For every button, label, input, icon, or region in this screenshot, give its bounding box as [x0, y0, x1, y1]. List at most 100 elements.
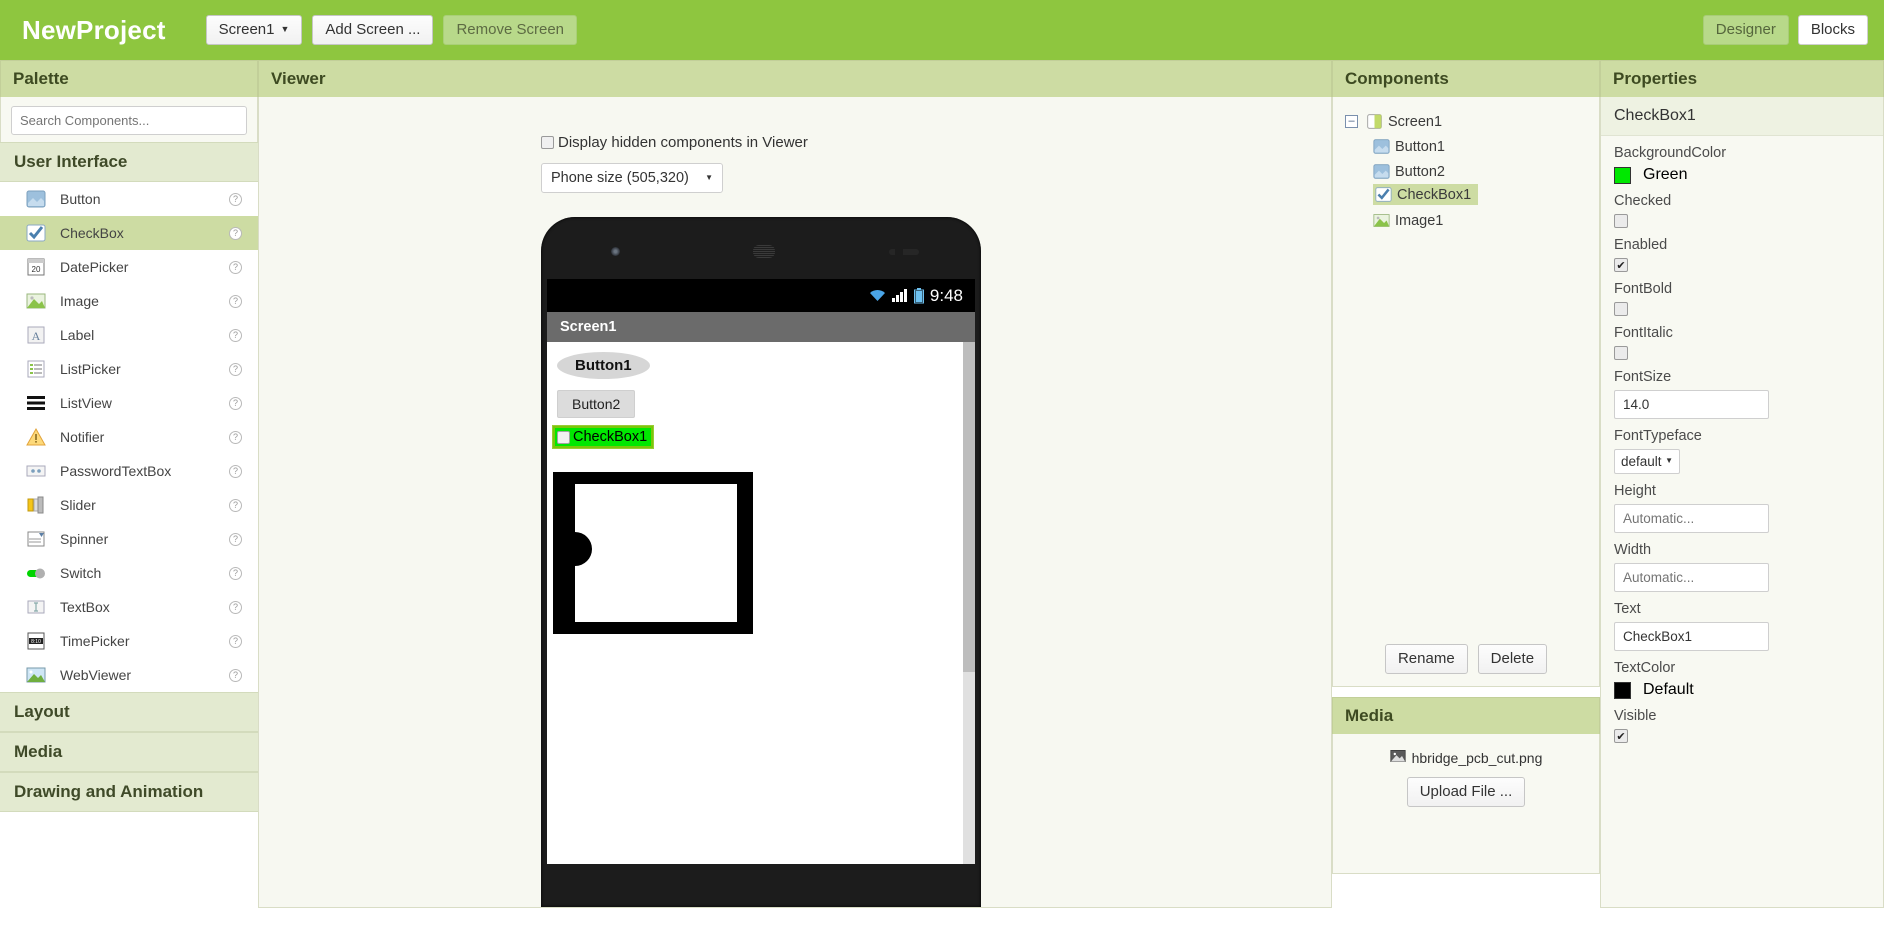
palette-category-drawing-and-animation[interactable]: Drawing and Animation [0, 772, 258, 812]
tree-item-button1[interactable]: Button1 [1373, 134, 1599, 159]
help-icon[interactable]: ? [229, 532, 242, 546]
scrollbar-thumb[interactable] [963, 342, 975, 672]
help-icon[interactable]: ? [229, 430, 242, 444]
display-hidden-checkbox-icon[interactable] [541, 136, 554, 149]
property-checkbox[interactable] [1614, 346, 1628, 360]
property-label: TextColor [1614, 660, 1676, 676]
display-hidden-components-toggle[interactable]: Display hidden components in Viewer [541, 134, 808, 151]
property-label: Visible [1614, 708, 1657, 724]
palette-header: Palette [0, 60, 258, 97]
image-icon [1373, 212, 1390, 229]
property-input[interactable] [1614, 622, 1769, 651]
help-icon[interactable]: ? [229, 396, 242, 410]
help-icon[interactable]: ? [229, 668, 242, 682]
tree-item-screen1[interactable]: – Screen1 [1345, 109, 1599, 134]
upload-file-button[interactable]: Upload File ... [1406, 777, 1526, 807]
palette-item-switch[interactable]: Switch? [0, 556, 258, 590]
property-input[interactable] [1614, 504, 1769, 533]
property-checkbox[interactable]: ✔ [1614, 729, 1628, 743]
property-text: Text [1601, 592, 1883, 651]
media-file-item[interactable]: hbridge_pcb_cut.png [1333, 748, 1599, 767]
widget-button2[interactable]: Button2 [557, 390, 636, 418]
phone-size-label: Phone size (505,320) [551, 170, 689, 186]
webviewer-icon [26, 665, 46, 685]
phone-size-dropdown[interactable]: Phone size (505,320) ▼ [541, 163, 723, 193]
help-icon[interactable]: ? [229, 498, 242, 512]
palette-item-listpicker[interactable]: ListPicker? [0, 352, 258, 386]
palette-item-slider[interactable]: Slider? [0, 488, 258, 522]
help-icon[interactable]: ? [229, 362, 242, 376]
help-icon[interactable]: ? [229, 634, 242, 648]
media-file-list: hbridge_pcb_cut.png [1333, 748, 1599, 767]
property-input[interactable] [1614, 563, 1769, 592]
property-label: BackgroundColor [1614, 145, 1727, 161]
puzzle-piece-image [575, 484, 737, 622]
screen-selector-dropdown[interactable]: Screen1 ▼ [205, 15, 303, 45]
screen-selector-label: Screen1 [218, 21, 275, 38]
palette-item-webviewer[interactable]: WebViewer? [0, 658, 258, 692]
help-icon[interactable]: ? [229, 600, 242, 614]
collapse-expander-icon[interactable]: – [1345, 115, 1358, 128]
label-icon: A [26, 325, 46, 345]
widget-button1[interactable]: Button1 [557, 352, 650, 379]
property-label: Checked [1614, 193, 1672, 209]
property-input[interactable] [1614, 390, 1769, 419]
palette-item-listview[interactable]: ListView? [0, 386, 258, 420]
delete-button[interactable]: Delete [1477, 644, 1548, 674]
blocks-button[interactable]: Blocks [1797, 15, 1868, 45]
palette-item-label: ListPicker [60, 361, 121, 377]
svg-text:A: A [32, 329, 41, 343]
property-height: Height [1601, 474, 1883, 533]
property-fonttypeface: FontTypeface default ▼ [1601, 419, 1883, 474]
image-icon [26, 291, 46, 311]
add-screen-button[interactable]: Add Screen ... [312, 15, 434, 45]
tree-item-checkbox1[interactable]: CheckBox1 [1373, 184, 1479, 205]
palette-item-checkbox[interactable]: CheckBox? [0, 216, 258, 250]
color-picker[interactable]: Green [1614, 166, 1870, 184]
palette-item-passwordtextbox[interactable]: PasswordTextBox? [0, 454, 258, 488]
help-icon[interactable]: ? [229, 328, 242, 342]
help-icon[interactable]: ? [229, 260, 242, 274]
color-picker[interactable]: Default [1614, 681, 1870, 699]
help-icon[interactable]: ? [229, 464, 242, 478]
palette-category-user-interface[interactable]: User Interface [0, 142, 258, 182]
palette-item-timepicker[interactable]: 8:10 TimePicker? [0, 624, 258, 658]
tree-item-button2[interactable]: Button2 [1373, 159, 1599, 184]
palette-item-label[interactable]: A Label? [0, 318, 258, 352]
property-checkbox[interactable] [1614, 302, 1628, 316]
property-checkbox[interactable]: ✔ [1614, 258, 1628, 272]
palette-item-textbox[interactable]: TextBox? [0, 590, 258, 624]
palette-item-label: Notifier [60, 429, 105, 445]
palette-item-button[interactable]: Button? [0, 182, 258, 216]
help-icon[interactable]: ? [229, 566, 242, 580]
battery-icon [913, 287, 924, 303]
designer-button[interactable]: Designer [1702, 15, 1789, 45]
canvas-scrollbar[interactable] [963, 342, 975, 864]
palette-category-media[interactable]: Media [0, 732, 258, 772]
signal-icon [891, 289, 907, 302]
property-select[interactable]: default ▼ [1614, 449, 1680, 474]
palette-item-spinner[interactable]: Spinner? [0, 522, 258, 556]
widget-checkbox1-label: CheckBox1 [573, 429, 648, 445]
color-value: Green [1643, 166, 1688, 183]
help-icon[interactable]: ? [229, 192, 242, 206]
rename-button[interactable]: Rename [1384, 644, 1468, 674]
property-label: Width [1614, 542, 1652, 558]
property-checkbox[interactable] [1614, 214, 1628, 228]
widget-image1[interactable] [553, 472, 753, 634]
help-icon[interactable]: ? [229, 294, 242, 308]
palette-item-image[interactable]: Image? [0, 284, 258, 318]
checkbox-square-icon[interactable] [557, 430, 570, 444]
palette-category-layout[interactable]: Layout [0, 692, 258, 732]
screen-controls: Screen1 ▼ Add Screen ... Remove Screen [205, 15, 578, 45]
phone-screen: 9:48 Screen1 Button1 Button2 CheckBox1 [547, 279, 975, 864]
tree-item-image1[interactable]: Image1 [1373, 208, 1599, 233]
remove-screen-button[interactable]: Remove Screen [443, 15, 578, 45]
search-input[interactable] [11, 106, 247, 135]
palette-item-datepicker[interactable]: 20 DatePicker? [0, 250, 258, 284]
palette-item-notifier[interactable]: Notifier? [0, 420, 258, 454]
switch-icon [26, 563, 46, 583]
help-icon[interactable]: ? [229, 226, 242, 240]
component-tree: – Screen1 Button1 Button2 CheckBox1 Image1 Re… [1332, 97, 1600, 687]
widget-checkbox1[interactable]: CheckBox1 [551, 425, 655, 449]
